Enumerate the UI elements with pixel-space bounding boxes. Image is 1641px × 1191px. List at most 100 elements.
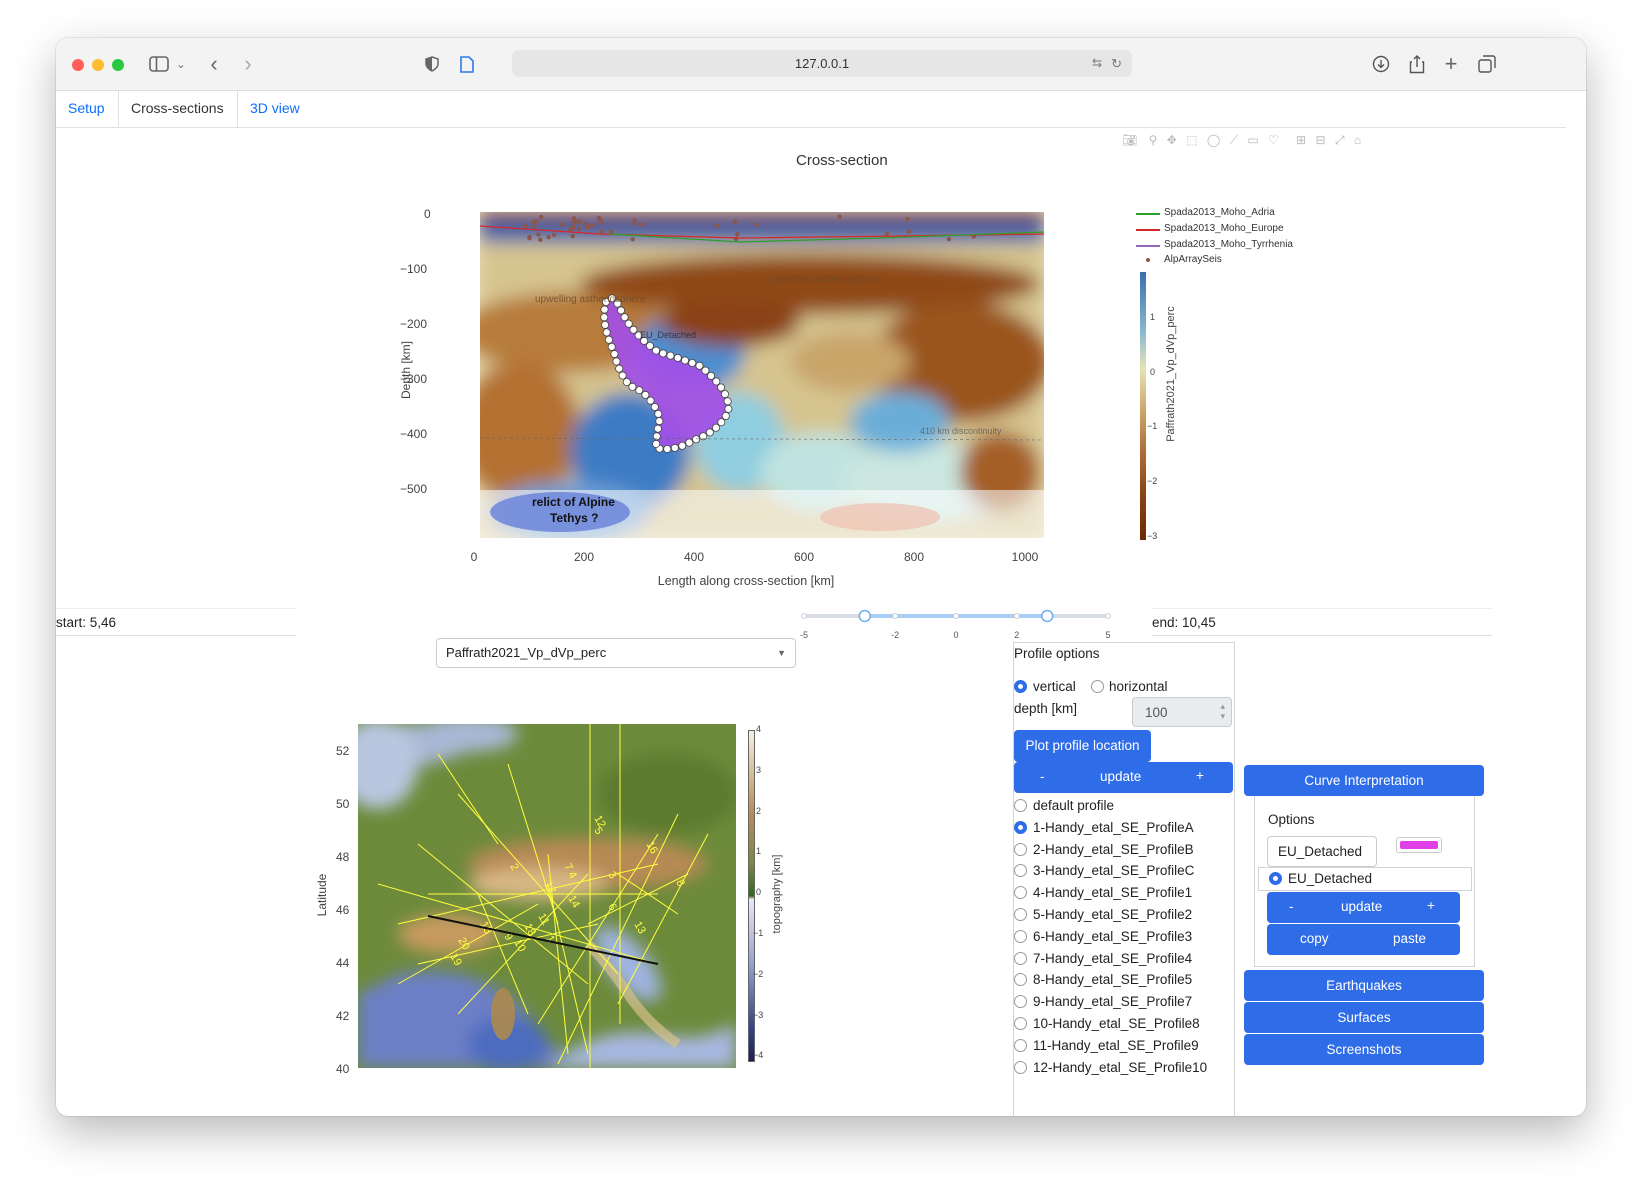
radio-vertical-label[interactable]: vertical <box>1033 679 1076 694</box>
curve-color-picker[interactable] <box>1396 837 1442 853</box>
profile-update-plus-button[interactable]: + <box>1196 768 1204 783</box>
radio-vertical[interactable] <box>1014 680 1027 693</box>
curve-item[interactable]: EU_Detached <box>1258 867 1472 891</box>
profile-option-label[interactable]: default profile <box>1033 798 1114 813</box>
profile-radio-5[interactable] <box>1014 908 1027 921</box>
end-field[interactable]: end: 10,45 <box>1152 608 1492 636</box>
profile-radio-1[interactable] <box>1014 820 1027 834</box>
reload-icon[interactable]: ↻ <box>1111 50 1122 77</box>
profile-radio-11[interactable] <box>1014 1038 1027 1052</box>
chevron-down-icon[interactable]: ⌄ <box>174 51 188 77</box>
depth-input[interactable]: 100 ▴ ▾ <box>1132 697 1232 727</box>
interpretation-point <box>701 366 710 375</box>
y-tick-100: −100 <box>400 262 428 276</box>
slider-tick-label: 2 <box>1014 630 1019 640</box>
box-select-icon[interactable]: ⬚ <box>1186 133 1197 147</box>
profile-option-label[interactable]: 11-Handy_etal_SE_Profile9 <box>1033 1038 1199 1053</box>
screenshots-button[interactable]: Screenshots <box>1244 1034 1484 1065</box>
profile-option-label[interactable]: 8-Handy_etal_SE_Profile5 <box>1033 972 1192 987</box>
profile-option-label[interactable]: 9-Handy_etal_SE_Profile7 <box>1033 994 1192 1009</box>
profile-update-minus-button[interactable]: - <box>1040 769 1045 784</box>
profile-option-label[interactable]: 2-Handy_etal_SE_ProfileB <box>1033 842 1194 857</box>
profile-option-label[interactable]: 1-Handy_etal_SE_ProfileA <box>1033 820 1194 835</box>
profile-radio-12[interactable] <box>1014 1060 1027 1074</box>
profile-radio-2[interactable] <box>1014 842 1027 856</box>
curve-copy-button[interactable]: copy <box>1300 931 1329 946</box>
close-window-button[interactable] <box>72 59 84 71</box>
legend-marker-seis[interactable] <box>1146 258 1150 262</box>
zoom-icon[interactable]: ⚲ <box>1149 133 1158 147</box>
profile-option-label[interactable]: 10-Handy_etal_SE_Profile8 <box>1033 1016 1200 1031</box>
legend-line-tyrrhenia[interactable] <box>1136 245 1160 247</box>
address-bar[interactable]: 127.0.0.1 ⇆ ↻ <box>512 50 1132 77</box>
topography-tick: −4 <box>753 1050 764 1061</box>
profile-map[interactable]: 1251621743814613151891012019117 <box>338 716 738 1072</box>
curve-name-input[interactable]: EU_Detached <box>1267 836 1377 867</box>
colorscale-range-slider[interactable]: -5 -2 0 2 5 <box>800 604 1120 644</box>
download-icon[interactable] <box>1370 51 1392 77</box>
tab-setup[interactable]: Setup <box>56 91 117 127</box>
curve-update-button[interactable]: update <box>1341 899 1382 914</box>
profile-option-label[interactable]: 6-Handy_etal_SE_Profile3 <box>1033 929 1192 944</box>
profile-radio-6[interactable] <box>1014 929 1027 943</box>
legend-item-adria[interactable]: Spada2013_Moho_Adria <box>1164 207 1275 218</box>
home-icon[interactable]: ⌂ <box>1354 133 1361 147</box>
chevron-down-icon: ▼ <box>777 648 786 658</box>
profile-option-label[interactable]: 3-Handy_etal_SE_ProfileC <box>1033 863 1194 878</box>
tab-overview-icon[interactable] <box>1476 51 1498 77</box>
dataset-select[interactable]: Paffrath2021_Vp_dVp_perc ▼ <box>436 638 796 668</box>
translate-icon[interactable]: ⇆ <box>1092 50 1102 77</box>
legend-item-tyrrhenia[interactable]: Spada2013_Moho_Tyrrhenia <box>1164 239 1293 250</box>
profile-update-button[interactable]: update <box>1100 769 1141 784</box>
radio-horizontal[interactable] <box>1091 680 1104 693</box>
profile-option-label[interactable]: 12-Handy_etal_SE_Profile10 <box>1033 1060 1207 1075</box>
draw-line-icon[interactable]: ⟋ <box>1230 133 1238 147</box>
curve-update-plus-button[interactable]: + <box>1427 898 1435 913</box>
curve-item-label[interactable]: EU_Detached <box>1288 871 1372 886</box>
start-field[interactable]: start: 5,46 <box>56 608 296 636</box>
privacy-shield-icon[interactable] <box>422 51 442 77</box>
interpretation-point <box>655 417 664 426</box>
new-tab-icon[interactable]: + <box>1440 51 1462 77</box>
earthquake-marker <box>527 236 532 241</box>
profile-option-label[interactable]: 7-Handy_etal_SE_Profile4 <box>1033 951 1192 966</box>
curve-paste-button[interactable]: paste <box>1393 931 1426 946</box>
stepper-icon[interactable]: ▴ ▾ <box>1220 701 1225 721</box>
earthquakes-button[interactable]: Earthquakes <box>1244 970 1484 1001</box>
tab-3d-view[interactable]: 3D view <box>238 91 312 127</box>
plot-profile-location-button[interactable]: Plot profile location <box>1014 730 1151 762</box>
page-icon[interactable] <box>457 51 477 77</box>
forward-icon[interactable]: › <box>238 51 258 77</box>
camera-icon[interactable]: 📷︎ <box>1122 133 1137 147</box>
profile-radio-0[interactable] <box>1014 799 1027 812</box>
surfaces-button[interactable]: Surfaces <box>1244 1002 1484 1033</box>
zoom-in-icon[interactable]: ⊞ <box>1296 133 1306 147</box>
legend-item-seis[interactable]: AlpArraySeis <box>1164 254 1222 265</box>
tab-cross-sections[interactable]: Cross-sections <box>118 91 238 127</box>
profile-option-label[interactable]: 5-Handy_etal_SE_Profile2 <box>1033 907 1192 922</box>
back-icon[interactable]: ‹ <box>204 51 224 77</box>
profile-radio-7[interactable] <box>1014 951 1027 965</box>
share-icon[interactable] <box>1406 51 1428 77</box>
profile-option-label[interactable]: 4-Handy_etal_SE_Profile1 <box>1033 885 1192 900</box>
radio-horizontal-label[interactable]: horizontal <box>1109 679 1168 694</box>
curve-update-minus-button[interactable]: - <box>1289 899 1294 914</box>
legend-line-europe[interactable] <box>1136 229 1160 231</box>
minimize-window-button[interactable] <box>92 59 104 71</box>
curve-item-radio[interactable] <box>1269 872 1282 885</box>
draw-rect-icon[interactable]: ▭ <box>1247 133 1258 147</box>
x-tick-600: 600 <box>794 550 815 564</box>
profile-radio-10[interactable] <box>1014 1017 1027 1030</box>
x-tick-0: 0 <box>470 550 478 564</box>
legend-item-europe[interactable]: Spada2013_Moho_Europe <box>1164 223 1284 234</box>
legend-line-adria[interactable] <box>1136 213 1160 215</box>
zoom-window-button[interactable] <box>112 59 124 71</box>
cross-section-plot[interactable]: upwelling asthenosphere upwelling asthen… <box>460 212 1050 542</box>
curve-interpretation-button[interactable]: Curve Interpretation <box>1244 765 1484 796</box>
lasso-icon[interactable]: ◯ <box>1207 133 1220 147</box>
erase-icon[interactable]: ♡ <box>1268 133 1279 147</box>
autoscale-icon[interactable]: ⤢ <box>1335 133 1345 147</box>
pan-icon[interactable]: ✥ <box>1167 133 1177 147</box>
sidebar-toggle-icon[interactable] <box>146 51 172 77</box>
zoom-out-icon[interactable]: ⊟ <box>1316 133 1326 147</box>
